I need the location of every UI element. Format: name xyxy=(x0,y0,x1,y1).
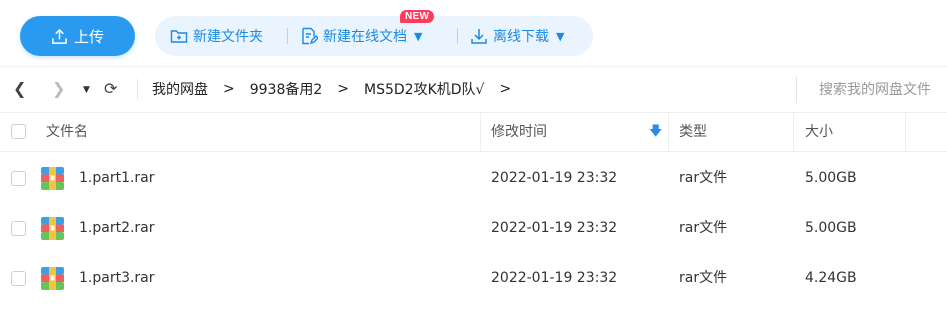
document-edit-icon xyxy=(302,27,318,45)
breadcrumb-item[interactable]: 9938备用2 xyxy=(250,79,323,99)
forward-arrow-icon[interactable]: ❯ xyxy=(52,78,65,100)
toolbar-divider xyxy=(287,28,288,44)
back-arrow-icon[interactable]: ❮ xyxy=(13,78,26,100)
refresh-icon[interactable]: ⟳ xyxy=(104,78,117,100)
table-header: 文件名 修改时间 🡇 类型 大小 xyxy=(0,112,947,152)
file-size: 5.00GB xyxy=(805,170,857,186)
file-type: rar文件 xyxy=(679,220,728,236)
file-name[interactable]: 1.part1.rar xyxy=(79,153,155,203)
file-size: 5.00GB xyxy=(805,220,857,236)
chevron-down-icon: ▼ xyxy=(556,29,565,43)
rar-archive-icon xyxy=(41,217,64,240)
search-input[interactable]: 搜索我的网盘文件 xyxy=(796,77,947,103)
new-badge: NEW xyxy=(400,10,435,23)
column-header-name[interactable]: 文件名 xyxy=(46,113,88,151)
file-type: rar文件 xyxy=(679,270,728,286)
breadcrumb-separator-icon: > xyxy=(337,81,350,97)
new-folder-button[interactable]: 新建文件夹 xyxy=(170,16,263,56)
chevron-down-icon: ▼ xyxy=(414,29,423,43)
column-header-type[interactable]: 类型 xyxy=(679,113,707,151)
download-icon xyxy=(471,29,487,44)
breadcrumb-item-root[interactable]: 我的网盘 xyxy=(152,79,208,99)
offline-download-label: 离线下载 xyxy=(493,29,549,45)
offline-download-button[interactable]: 离线下载 ▼ xyxy=(470,16,564,56)
nav-divider xyxy=(137,79,138,99)
table-row[interactable]: 1.part1.rar 2022-01-19 23:32 rar文件 5.00G… xyxy=(0,153,947,203)
toolbar: 上传 新建文件夹 新建在线文档 ▼ NEW 离线下载 ▼ xyxy=(0,0,947,66)
rar-archive-icon xyxy=(41,267,64,290)
new-folder-label: 新建文件夹 xyxy=(193,29,263,45)
column-header-modified[interactable]: 修改时间 xyxy=(491,113,547,151)
column-divider xyxy=(793,113,794,151)
upload-label: 上传 xyxy=(73,27,104,46)
folder-add-icon xyxy=(170,30,188,43)
file-modified: 2022-01-19 23:32 xyxy=(491,220,618,236)
column-divider xyxy=(668,113,669,151)
row-checkbox[interactable] xyxy=(11,271,26,286)
file-modified: 2022-01-19 23:32 xyxy=(491,170,618,186)
file-type: rar文件 xyxy=(679,170,728,186)
select-all-checkbox[interactable] xyxy=(11,124,26,139)
nav-bar: ❮ ❯ ▼ ⟳ 我的网盘 > 9938备用2 > MS5D2攻K机D队√ > 搜… xyxy=(0,66,947,112)
breadcrumb-item-current[interactable]: MS5D2攻K机D队√ xyxy=(364,79,484,99)
breadcrumb-separator-icon: > xyxy=(223,81,235,97)
history-dropdown-icon[interactable]: ▼ xyxy=(83,79,90,101)
rar-archive-icon xyxy=(41,167,64,190)
file-modified: 2022-01-19 23:32 xyxy=(491,270,618,286)
upload-icon xyxy=(52,28,67,44)
upload-button[interactable]: 上传 xyxy=(20,16,135,56)
file-size: 4.24GB xyxy=(805,270,857,286)
breadcrumb-separator-icon[interactable]: > xyxy=(499,81,511,97)
toolbar-divider xyxy=(457,28,458,44)
column-divider xyxy=(480,113,481,151)
file-name[interactable]: 1.part3.rar xyxy=(79,253,155,303)
table-row[interactable]: 1.part2.rar 2022-01-19 23:32 rar文件 5.00G… xyxy=(0,203,947,253)
file-name[interactable]: 1.part2.rar xyxy=(79,203,155,253)
column-divider xyxy=(905,113,906,151)
row-checkbox[interactable] xyxy=(11,221,26,236)
breadcrumb: 我的网盘 > 9938备用2 > MS5D2攻K机D队√ > xyxy=(152,79,526,99)
column-header-size[interactable]: 大小 xyxy=(805,113,833,151)
row-checkbox[interactable] xyxy=(11,171,26,186)
table-row[interactable]: 1.part3.rar 2022-01-19 23:32 rar文件 4.24G… xyxy=(0,253,947,303)
action-group: 新建文件夹 新建在线文档 ▼ NEW 离线下载 ▼ xyxy=(155,10,593,56)
arrow-down-icon[interactable]: 🡇 xyxy=(649,113,662,151)
new-online-doc-label: 新建在线文档 xyxy=(323,29,407,45)
